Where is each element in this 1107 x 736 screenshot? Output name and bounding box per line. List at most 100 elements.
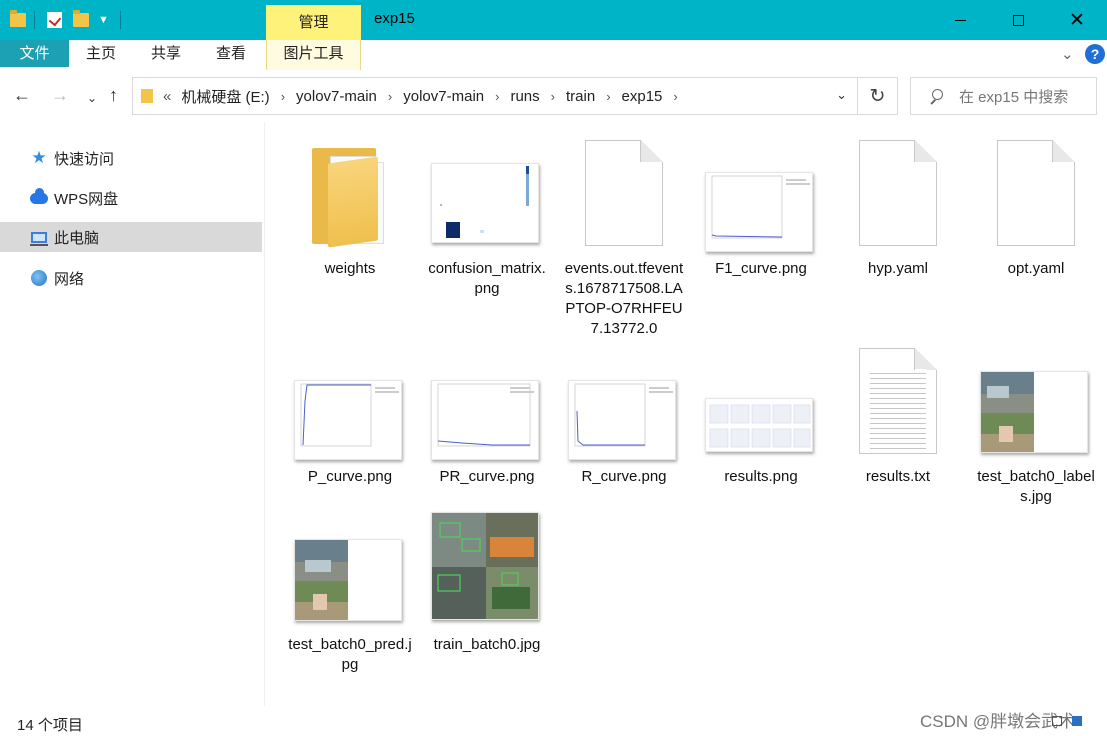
properties-icon[interactable] — [47, 9, 62, 31]
breadcrumb-item[interactable]: runs — [510, 88, 539, 105]
file-name: weights — [324, 260, 376, 277]
title-bar: ▼ 管理 exp15 ✕ — [0, 0, 1107, 40]
file-name: opt.yaml — [1007, 260, 1065, 277]
forward-button[interactable]: → — [51, 85, 69, 105]
file-name: F1_curve.png — [715, 260, 807, 277]
search-icon — [929, 89, 943, 103]
text-document-icon — [836, 342, 960, 460]
item-count: 14 个项目 — [17, 717, 83, 734]
recent-locations-icon[interactable]: ⌄ — [87, 88, 97, 108]
file-name: test_batch0_labels.jpg — [977, 468, 1095, 505]
image-thumbnail — [288, 510, 412, 628]
breadcrumb-item[interactable]: train — [566, 88, 595, 105]
sidebar-item-this-pc[interactable]: 此电脑 — [0, 222, 262, 252]
chevron-right-icon[interactable]: › — [606, 89, 610, 104]
image-thumbnail — [562, 342, 686, 460]
test-batch-pred-thumbnail — [295, 540, 348, 620]
image-thumbnail — [974, 342, 1098, 460]
file-name: results.png — [724, 468, 798, 485]
refresh-button[interactable]: ↻ — [858, 77, 898, 115]
customize-toolbar-icon[interactable]: ▼ — [98, 9, 109, 31]
f1-curve-thumbnail — [711, 175, 810, 239]
maximize-icon — [1012, 14, 1024, 26]
breadcrumb-item[interactable]: 机械硬盘 (E:) — [181, 86, 269, 107]
sidebar-item-network[interactable]: 网络 — [0, 263, 262, 293]
sidebar-item-label: 快速访问 — [54, 150, 115, 168]
file-name: hyp.yaml — [867, 260, 929, 277]
r-curve-thumbnail — [574, 383, 673, 447]
file-name: test_batch0_pred.jpg — [288, 636, 412, 673]
image-thumbnail — [288, 342, 412, 460]
results-thumbnail — [709, 404, 811, 448]
file-name: confusion_matrix.png — [428, 260, 546, 297]
chevron-down-icon[interactable]: ⌄ — [836, 87, 847, 103]
image-thumbnail — [425, 342, 549, 460]
new-folder-icon[interactable] — [73, 9, 89, 31]
search-input[interactable]: 在 exp15 中搜索 — [910, 77, 1097, 115]
manage-tab[interactable]: 管理 — [266, 5, 361, 40]
breadcrumb-item[interactable]: yolov7-main — [296, 88, 377, 105]
image-thumbnail — [425, 134, 549, 252]
tab-share[interactable]: 共享 — [151, 40, 181, 67]
computer-icon — [30, 228, 48, 246]
close-button[interactable]: ✕ — [1047, 0, 1107, 40]
document-icon — [562, 134, 686, 252]
document-icon — [974, 134, 1098, 252]
confusion-matrix-thumbnail — [440, 166, 529, 238]
network-icon — [30, 269, 48, 287]
sidebar-item-quick-access[interactable]: ★ 快速访问 — [0, 143, 262, 173]
chevron-right-icon[interactable]: › — [495, 89, 499, 104]
search-placeholder: 在 exp15 中搜索 — [959, 88, 1069, 106]
back-button[interactable]: ← — [13, 85, 31, 105]
pr-curve-thumbnail — [437, 383, 534, 447]
chevron-right-icon[interactable]: › — [551, 89, 555, 104]
train-batch-thumbnail — [432, 513, 538, 619]
tab-view[interactable]: 查看 — [216, 40, 246, 67]
sidebar-item-label: 此电脑 — [54, 229, 100, 247]
minimize-icon — [954, 19, 966, 21]
file-name: P_curve.png — [307, 468, 393, 485]
up-button[interactable]: ↑ — [109, 85, 118, 105]
file-name: R_curve.png — [581, 468, 667, 485]
sidebar-item-label: WPS网盘 — [54, 190, 119, 208]
tab-file[interactable]: 文件 — [0, 40, 69, 67]
navigation-pane: ★ 快速访问 WPS网盘 此电脑 网络 — [0, 122, 265, 706]
address-bar[interactable]: « 机械硬盘 (E:) › yolov7-main › yolov7-main … — [132, 77, 858, 115]
details-view-icon[interactable] — [1052, 716, 1062, 726]
minimize-button[interactable] — [930, 0, 990, 40]
image-thumbnail — [425, 510, 549, 628]
cloud-icon — [30, 187, 48, 207]
file-name: events.out.tfevents.1678717508.LAPTOP-O7… — [564, 260, 684, 337]
window-title: exp15 — [374, 10, 415, 27]
document-icon — [836, 134, 960, 252]
chevron-right-icon[interactable]: › — [388, 89, 392, 104]
p-curve-thumbnail — [300, 383, 399, 447]
breadcrumb-item[interactable]: yolov7-main — [403, 88, 484, 105]
file-name: PR_curve.png — [439, 468, 535, 485]
navigation-bar: ← → ⌄ ↑ « 机械硬盘 (E:) › yolov7-main › yolo… — [0, 70, 1107, 122]
file-name: train_batch0.jpg — [433, 636, 541, 653]
breadcrumb-item[interactable]: exp15 — [622, 88, 663, 105]
chevron-right-icon[interactable]: › — [281, 89, 285, 104]
image-thumbnail — [699, 342, 823, 460]
test-batch-labels-thumbnail — [981, 372, 1034, 452]
star-icon: ★ — [31, 148, 47, 167]
chevron-right-icon[interactable]: › — [673, 89, 677, 104]
folder-icon — [10, 9, 26, 31]
folder-icon — [141, 89, 153, 103]
breadcrumb-overflow[interactable]: « — [163, 88, 171, 105]
file-name: results.txt — [865, 468, 931, 485]
large-icons-view-icon[interactable] — [1072, 716, 1082, 726]
close-icon: ✕ — [1069, 9, 1085, 31]
maximize-button[interactable] — [988, 0, 1048, 40]
sidebar-item-wps-cloud[interactable]: WPS网盘 — [0, 183, 262, 213]
expand-ribbon-icon[interactable]: ⌄ — [1061, 45, 1074, 63]
sidebar-item-label: 网络 — [54, 270, 85, 288]
image-thumbnail — [699, 134, 823, 252]
divider — [120, 11, 121, 29]
divider — [34, 11, 35, 29]
tab-home[interactable]: 主页 — [86, 40, 116, 67]
tab-picture-tools[interactable]: 图片工具 — [266, 40, 361, 70]
help-icon[interactable]: ? — [1085, 44, 1105, 64]
ribbon-tabs: 文件 主页 共享 查看 图片工具 ⌄ ? — [0, 40, 1107, 70]
